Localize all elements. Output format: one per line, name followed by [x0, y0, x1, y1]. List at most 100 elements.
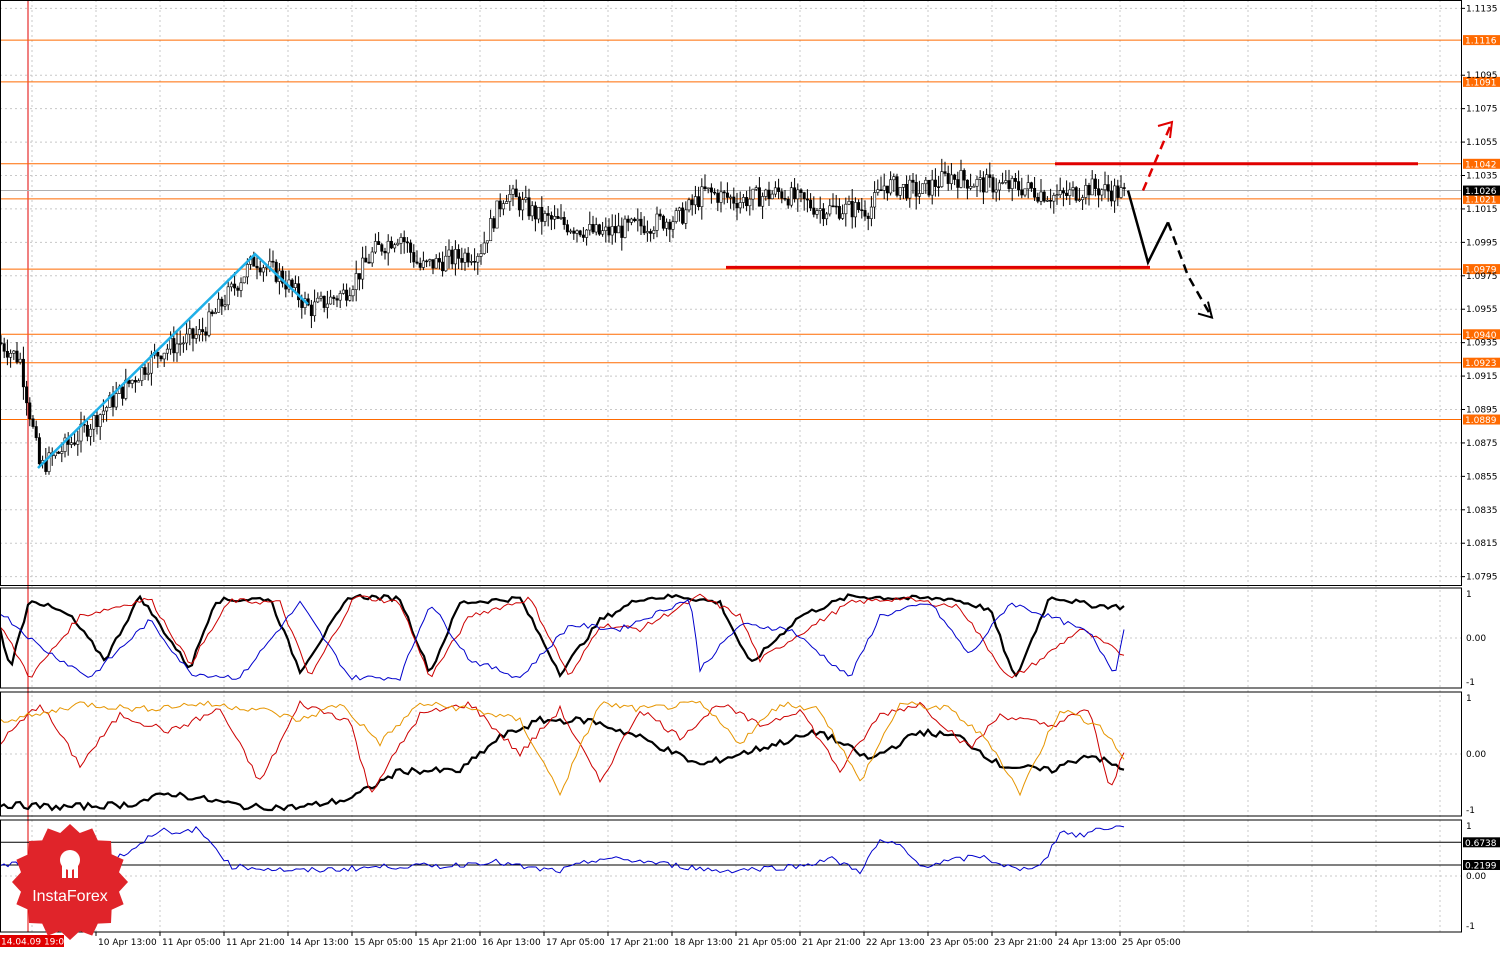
price-tick-label: 1.0835 — [1466, 506, 1498, 516]
candle-body — [677, 207, 681, 211]
candle-body — [178, 343, 182, 345]
candle-body — [60, 451, 64, 454]
candle-body — [732, 196, 736, 204]
candle-body — [405, 241, 409, 244]
time-tick-label: 23 Apr 21:00 — [994, 938, 1053, 948]
candle-body — [818, 208, 822, 211]
price-tick-label: 1.0995 — [1466, 238, 1498, 248]
candle-body — [9, 352, 13, 358]
candle-body — [991, 177, 995, 193]
candle-body — [988, 174, 992, 178]
time-tick-label: 21 Apr 05:00 — [738, 938, 797, 948]
candle-body — [1049, 199, 1053, 202]
candle-body — [981, 177, 985, 193]
candle-body — [821, 208, 825, 220]
candle-body — [380, 244, 384, 252]
osc-tick-label: 1 — [1466, 590, 1472, 600]
candle-body — [517, 196, 521, 211]
candle-body — [946, 173, 950, 184]
candle-body — [322, 295, 326, 308]
candle-body — [1017, 181, 1021, 191]
candle-body — [1055, 194, 1059, 196]
candle-body — [825, 213, 829, 220]
candle-body — [185, 333, 189, 344]
candle-body — [754, 187, 758, 190]
candle-body — [706, 187, 710, 190]
candle-body — [549, 215, 553, 220]
candle-body — [1087, 185, 1091, 196]
candle-body — [1039, 191, 1043, 202]
candle-body — [917, 193, 921, 197]
candle-body — [796, 189, 800, 200]
price-tick-label: 1.1075 — [1466, 105, 1498, 115]
price-tick-label: 1.0895 — [1466, 406, 1498, 416]
candle-body — [812, 207, 816, 215]
candle-body — [729, 196, 733, 199]
candle-body — [1084, 185, 1088, 198]
candle-body — [409, 242, 413, 253]
candle-body — [997, 182, 1001, 191]
candle-body — [329, 296, 333, 305]
time-tick-label: 21 Apr 21:00 — [802, 938, 861, 948]
candle-body — [2, 343, 6, 352]
candle-body — [357, 273, 361, 280]
candle-body — [207, 311, 211, 336]
candle-body — [501, 203, 505, 210]
candle-body — [617, 225, 621, 234]
candle-body — [466, 252, 470, 263]
candle-body — [965, 179, 969, 189]
candle-body — [882, 185, 886, 191]
candle-body — [949, 174, 953, 184]
candle-body — [421, 260, 425, 268]
time-tick-label: 17 Apr 21:00 — [610, 938, 669, 948]
candle-body — [418, 262, 422, 268]
candle-body — [1007, 180, 1011, 189]
candle-body — [892, 176, 896, 181]
candle-body — [1097, 188, 1101, 196]
candle-body — [693, 196, 697, 206]
candle-body — [18, 358, 22, 363]
brand-name: InstaForex — [32, 888, 108, 905]
candle-body — [313, 301, 317, 317]
candle-body — [245, 264, 249, 278]
candle-body — [111, 395, 115, 408]
candle-body — [665, 221, 669, 229]
candle-body — [527, 197, 531, 217]
candle-body — [642, 225, 646, 234]
time-tick-label: 11 Apr 21:00 — [226, 938, 285, 948]
candle-body — [937, 186, 941, 188]
candle-body — [661, 215, 665, 229]
candle-body — [927, 179, 931, 196]
candle-body — [626, 218, 630, 223]
candle-body — [777, 187, 781, 192]
candle-body — [348, 295, 352, 301]
candle-body — [521, 199, 525, 211]
candle-body — [197, 329, 201, 336]
candle-body — [453, 249, 457, 265]
candle-body — [364, 257, 368, 263]
candle-body — [649, 231, 653, 234]
candle-body — [89, 428, 93, 437]
candle-body — [613, 226, 617, 234]
candle-body — [735, 202, 739, 209]
time-tick-label: 24 Apr 13:00 — [1058, 938, 1117, 948]
candle-body — [28, 402, 32, 420]
candle-body — [213, 311, 217, 315]
candle-body — [258, 267, 262, 273]
candle-body — [57, 451, 61, 454]
candle-body — [201, 329, 205, 333]
candle-body — [508, 194, 512, 202]
candle-body — [325, 303, 329, 308]
candle-body — [415, 261, 419, 264]
candle-body — [373, 241, 377, 253]
candle-body — [633, 218, 637, 222]
candle-body — [850, 201, 854, 218]
candle-body — [498, 200, 502, 210]
candle-body — [789, 187, 793, 206]
candle-body — [655, 213, 659, 231]
candle-body — [1068, 189, 1072, 196]
osc-tick-label: 0.00 — [1466, 750, 1486, 760]
candle-body — [389, 240, 393, 249]
candle-body — [95, 415, 99, 428]
candle-body — [783, 197, 787, 200]
